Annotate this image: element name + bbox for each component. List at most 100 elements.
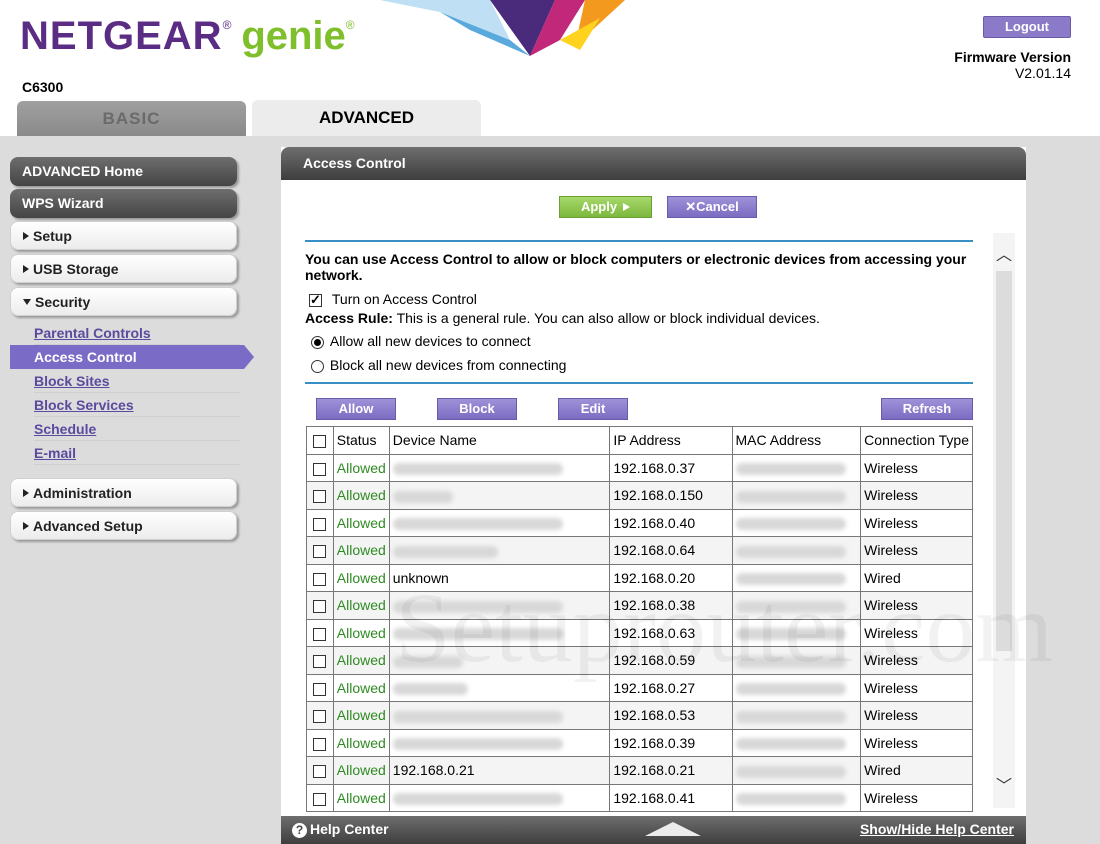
table-row[interactable]: Allowed 192.168.0.63 Wireless — [306, 618, 973, 647]
table-row[interactable]: Allowed 192.168.0.38 Wireless — [306, 591, 973, 620]
status-cell: Allowed — [332, 701, 390, 730]
sidebar-item-email[interactable]: E-mail — [34, 441, 240, 465]
turn-on-access-control-row: Turn on Access Control — [309, 291, 477, 308]
device-name-cell — [388, 701, 611, 730]
column-header-device-name[interactable]: Device Name — [388, 426, 611, 455]
tab-basic[interactable]: BASIC — [17, 101, 246, 136]
status-cell: Allowed — [332, 508, 390, 537]
redacted-mac-address — [735, 545, 846, 558]
row-checkbox[interactable] — [313, 627, 327, 641]
sidebar-item-access-control[interactable]: Access Control — [10, 345, 254, 369]
chevron-down-icon[interactable]: ﹀ — [993, 776, 1015, 798]
triangle-right-icon — [23, 522, 29, 531]
redacted-device-name — [392, 463, 563, 476]
column-header-connection-type[interactable]: Connection Type — [860, 426, 973, 455]
expand-help-triangle-icon[interactable] — [645, 822, 701, 836]
column-header-mac-address[interactable]: MAC Address — [731, 426, 862, 455]
row-checkbox[interactable] — [313, 572, 327, 586]
table-row[interactable]: Allowed 192.168.0.64 Wireless — [306, 536, 973, 565]
ip-address-cell: 192.168.0.64 — [609, 536, 733, 565]
row-checkbox[interactable] — [313, 545, 327, 559]
column-header-status[interactable]: Status — [332, 426, 390, 455]
row-checkbox[interactable] — [313, 600, 327, 614]
connection-type-cell: Wireless — [860, 783, 973, 812]
row-checkbox[interactable] — [313, 765, 327, 779]
device-name-cell — [388, 728, 611, 757]
sidebar-usb-storage[interactable]: USB Storage — [10, 254, 237, 283]
redacted-mac-address — [735, 518, 846, 531]
chevron-up-icon[interactable]: ︿ — [993, 245, 1015, 267]
table-row[interactable]: Allowed 192.168.0.59 Wireless — [306, 646, 973, 675]
redacted-device-name — [392, 683, 468, 696]
allow-all-radio[interactable] — [311, 335, 324, 349]
apply-button[interactable]: Apply — [559, 196, 652, 218]
select-cell — [306, 536, 334, 565]
ip-address-cell: 192.168.0.150 — [609, 481, 733, 510]
row-checkbox[interactable] — [313, 792, 327, 806]
refresh-button[interactable]: Refresh — [881, 398, 973, 420]
scrollbar-thumb[interactable] — [996, 271, 1012, 651]
allow-button[interactable]: Allow — [316, 398, 396, 420]
mac-address-cell — [731, 783, 862, 812]
table-row[interactable]: Allowed 192.168.0.21 192.168.0.21 Wired — [306, 756, 973, 785]
sidebar-item-block-services[interactable]: Block Services — [34, 393, 240, 417]
access-rule-label: Access Rule: — [305, 310, 393, 326]
table-row[interactable]: Allowed 192.168.0.39 Wireless — [306, 728, 973, 757]
turn-on-access-control-checkbox[interactable] — [309, 292, 322, 308]
cancel-button[interactable]: ✕Cancel — [667, 196, 757, 218]
logout-button[interactable]: Logout — [983, 16, 1071, 38]
sidebar-setup[interactable]: Setup — [10, 221, 237, 250]
device-name: unknown — [392, 569, 449, 586]
access-rule-text: This is a general rule. You can also all… — [396, 310, 820, 326]
vertical-scrollbar[interactable]: ︿ ﹀ — [993, 233, 1015, 808]
row-checkbox[interactable] — [313, 710, 327, 724]
redacted-device-name — [392, 518, 563, 531]
row-checkbox[interactable] — [313, 682, 327, 696]
block-button[interactable]: Block — [437, 398, 517, 420]
mac-address-cell — [731, 701, 862, 730]
table-row[interactable]: Allowed 192.168.0.150 Wireless — [306, 481, 973, 510]
row-checkbox[interactable] — [313, 490, 327, 504]
table-row[interactable]: Allowed unknown 192.168.0.20 Wired — [306, 563, 973, 592]
brand-registered-mark: ® — [222, 18, 232, 32]
table-row[interactable]: Allowed 192.168.0.40 Wireless — [306, 508, 973, 537]
sidebar-advanced-setup[interactable]: Advanced Setup — [10, 511, 237, 540]
close-icon: ✕ — [685, 199, 697, 214]
tab-advanced[interactable]: ADVANCED — [252, 100, 481, 136]
table-row[interactable]: Allowed 192.168.0.53 Wireless — [306, 701, 973, 730]
status-cell: Allowed — [332, 536, 390, 565]
help-center-link[interactable]: ? Help Center — [292, 821, 389, 838]
ip-address-cell: 192.168.0.27 — [609, 673, 733, 702]
panel-title: Access Control — [281, 147, 1026, 180]
select-all-checkbox[interactable] — [313, 435, 327, 449]
sidebar-item-block-sites[interactable]: Block Sites — [34, 369, 240, 393]
table-row[interactable]: Allowed 192.168.0.41 Wireless — [306, 783, 973, 812]
status-cell: Allowed — [332, 756, 390, 785]
select-cell — [306, 646, 334, 675]
sidebar-item-schedule[interactable]: Schedule — [34, 417, 240, 441]
block-all-radio[interactable] — [311, 359, 324, 373]
edit-button[interactable]: Edit — [558, 398, 628, 420]
sidebar-security[interactable]: Security — [10, 287, 237, 316]
device-name-cell — [388, 453, 611, 482]
row-checkbox[interactable] — [313, 655, 327, 669]
sidebar-wps-wizard-label: WPS Wizard — [22, 195, 104, 211]
show-hide-help-center-link[interactable]: Show/Hide Help Center — [860, 821, 1014, 837]
select-cell — [306, 756, 334, 785]
ip-address-cell: 192.168.0.20 — [609, 563, 733, 592]
table-row[interactable]: Allowed 192.168.0.27 Wireless — [306, 673, 973, 702]
connection-type-cell: Wired — [860, 756, 973, 785]
firmware-version-label: Firmware Version — [954, 49, 1071, 65]
firmware-version-value: V2.01.14 — [1014, 65, 1071, 81]
sidebar-administration[interactable]: Administration — [10, 478, 237, 507]
sidebar-advanced-home[interactable]: ADVANCED Home — [10, 157, 237, 186]
row-checkbox[interactable] — [313, 517, 327, 531]
row-checkbox[interactable] — [313, 462, 327, 476]
column-header-ip-address[interactable]: IP Address — [609, 426, 733, 455]
table-row[interactable]: Allowed 192.168.0.37 Wireless — [306, 453, 973, 482]
redacted-mac-address — [735, 628, 846, 641]
sidebar-wps-wizard[interactable]: WPS Wizard — [10, 189, 237, 218]
row-checkbox[interactable] — [313, 737, 327, 751]
sidebar-item-parental-controls[interactable]: Parental Controls — [34, 321, 240, 345]
status-cell: Allowed — [332, 481, 390, 510]
